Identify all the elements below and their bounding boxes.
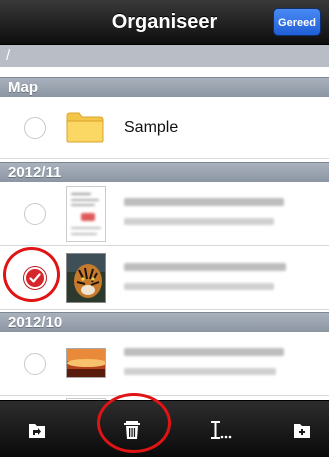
select-radio[interactable]: [24, 117, 46, 139]
checkmark-icon: [29, 273, 41, 283]
file-info-placeholder: [124, 218, 274, 225]
section-header-2012-10: 2012/10: [0, 312, 329, 332]
filename-placeholder: [124, 263, 286, 271]
document-thumbnail: [66, 186, 106, 242]
path-bar: /: [0, 45, 329, 67]
list-item[interactable]: [0, 246, 329, 310]
section-header-map: Map: [0, 77, 329, 97]
selected-radio[interactable]: [24, 267, 46, 289]
new-folder-icon[interactable]: [292, 419, 314, 441]
done-button[interactable]: Gereed: [273, 8, 321, 36]
file-info-placeholder: [124, 368, 276, 375]
file-info-placeholder: [124, 283, 274, 290]
folder-row[interactable]: Sample: [0, 97, 329, 159]
list-item[interactable]: [0, 332, 329, 396]
tiger-photo-thumbnail: [66, 253, 106, 303]
filename-placeholder: [124, 348, 284, 356]
select-radio[interactable]: [24, 353, 46, 375]
bottom-toolbar: [0, 400, 329, 457]
trash-icon[interactable]: [121, 419, 143, 441]
folder-label: Sample: [124, 119, 179, 136]
select-radio[interactable]: [24, 203, 46, 225]
list-item[interactable]: [0, 182, 329, 246]
move-icon[interactable]: [27, 419, 49, 441]
navigation-bar: Organiseer Gereed: [0, 0, 329, 45]
filename-placeholder: [124, 198, 284, 206]
folder-icon: [66, 112, 104, 143]
rename-icon[interactable]: [210, 419, 232, 441]
sunset-photo-thumbnail: [66, 348, 106, 378]
section-header-2012-11: 2012/11: [0, 162, 329, 182]
